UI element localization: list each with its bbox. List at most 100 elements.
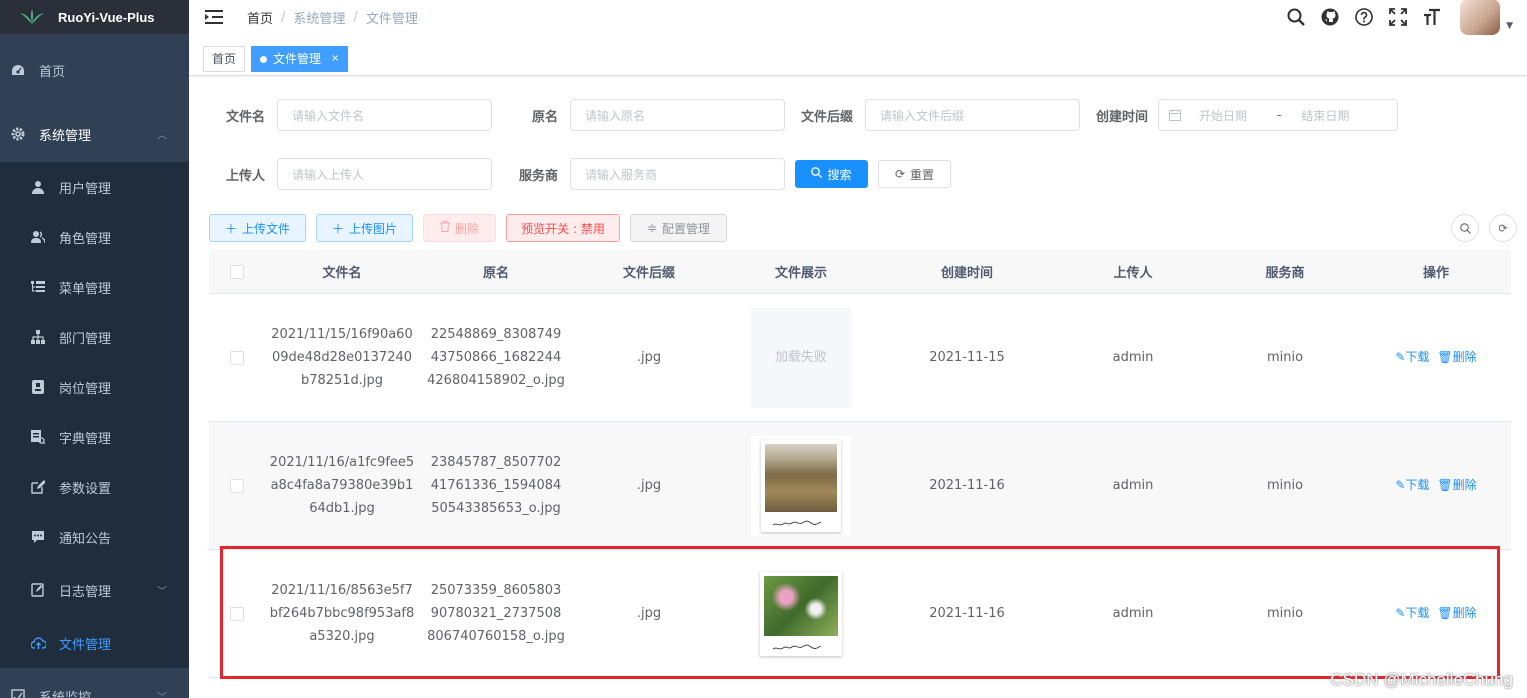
operations-cell: ✎下载 🗑删除 [1361, 346, 1511, 369]
font-size-icon[interactable] [1422, 7, 1442, 27]
sidebar-item-label: 菜单管理 [59, 281, 112, 297]
fullscreen-icon[interactable] [1388, 7, 1408, 27]
image-load-failed[interactable]: 加载失败 [751, 307, 851, 408]
row-select-cell [209, 478, 265, 493]
sidebar-item-label: 字典管理 [59, 431, 112, 447]
row-checkbox[interactable] [230, 606, 244, 621]
sidebar-item-logs[interactable]: 日志管理 ﹀ [0, 562, 189, 618]
refresh-button[interactable]: ⟳ [1489, 214, 1517, 242]
select-all-checkbox[interactable] [230, 264, 244, 279]
download-label: 下载 [1405, 478, 1430, 492]
uploader-input[interactable]: 请输入上传人 [277, 158, 492, 190]
landscape-photo [765, 443, 837, 512]
logo[interactable]: RuoYi-Vue-Plus [0, 0, 189, 34]
delete-label: 删除 [1452, 478, 1477, 492]
reset-button[interactable]: ⟳ 重置 [878, 160, 951, 188]
operations-cell: ✎下载 🗑删除 [1361, 602, 1511, 625]
toggle-search-button[interactable] [1451, 214, 1479, 242]
date-range-picker[interactable]: 开始日期 - 结束日期 [1158, 99, 1398, 131]
origname-input[interactable]: 请输入原名 [570, 99, 785, 131]
suffix-input[interactable]: 请输入文件后缀 [865, 99, 1080, 131]
breadcrumb-item[interactable]: 首页 [247, 8, 273, 27]
table-row: 2021/11/16/8563e5f7 bf264b7bbc98f953af8 … [209, 550, 1511, 678]
user-icon [30, 179, 46, 195]
service-input[interactable]: 请输入服务商 [570, 158, 785, 190]
row-checkbox[interactable] [230, 350, 244, 365]
file-table: 文件名 原名 文件后缀 文件展示 创建时间 上传人 服务商 操作 2021/11… [209, 250, 1511, 678]
help-icon[interactable] [1354, 7, 1374, 27]
select-all-cell [209, 264, 265, 279]
config-button[interactable]: ≑ 配置管理 [630, 214, 727, 242]
upload-file-button[interactable]: ＋ 上传文件 [209, 214, 306, 242]
search-icon[interactable] [1286, 7, 1306, 27]
sidebar-item-home[interactable]: 首页 [0, 34, 189, 106]
cell-line: a5320.jpg [309, 629, 375, 644]
download-link[interactable]: ✎下载 [1395, 478, 1429, 492]
date-start: 开始日期 [1199, 108, 1248, 123]
github-icon[interactable] [1320, 7, 1340, 27]
refresh-icon: ⟳ [1498, 221, 1508, 235]
upload-image-label: 上传图片 [349, 221, 398, 236]
search-button[interactable]: 搜索 [795, 160, 868, 188]
tag-home[interactable]: 首页 [203, 46, 246, 72]
app-root: RuoYi-Vue-Plus 首页 系统管理 ︿ 用户管理 角色管理 菜单管理 … [0, 0, 1527, 698]
delete-label: 删除 [1452, 606, 1477, 620]
delete-link[interactable]: 🗑删除 [1437, 350, 1476, 364]
sidebar-item-configs[interactable]: 参数设置 [0, 462, 189, 512]
search-icon [811, 167, 823, 181]
sidebar-item-system[interactable]: 系统管理 ︿ [0, 106, 189, 162]
tags-view: 首页 文件管理 × [189, 43, 1527, 76]
cell-line: bf264b7bbc98f953af8 [269, 606, 415, 621]
date-separator: - [1277, 108, 1282, 122]
filename-label: 文件名 [225, 109, 265, 125]
sidebar-item-label: 部门管理 [59, 331, 112, 347]
sidebar-item-monitor[interactable]: 系统监控 ﹀ [0, 668, 189, 698]
created-cell: 2021-11-16 [929, 606, 1005, 621]
download-link[interactable]: ✎下载 [1395, 350, 1429, 364]
row-select-cell [209, 350, 265, 365]
sidebar-item-roles[interactable]: 角色管理 [0, 212, 189, 262]
sidebar-item-files[interactable]: 文件管理 [0, 618, 189, 668]
tag-file-management[interactable]: 文件管理 × [251, 46, 349, 72]
col-header: 文件名 [322, 266, 362, 281]
delete-button[interactable]: 删除 [423, 214, 496, 242]
avatar[interactable] [1460, 0, 1501, 35]
image-thumbnail[interactable] [751, 563, 851, 664]
reset-button-label: 重置 [910, 167, 935, 182]
trash-icon: 🗑 [1437, 606, 1453, 620]
trash-icon [439, 221, 450, 235]
preview-toggle-button[interactable]: 预览开关 : 禁用 [506, 214, 620, 242]
created-cell: 2021-11-15 [929, 350, 1005, 365]
filename-input[interactable]: 请输入文件名 [277, 99, 492, 131]
service-cell: minio [1266, 606, 1304, 621]
origname-cell: 25073359_8605803 90780321_2737508 806740… [419, 579, 573, 648]
sidebar-item-users[interactable]: 用户管理 [0, 162, 189, 212]
sidebar-item-label: 系统管理 [39, 128, 92, 144]
trash-icon: 🗑 [1437, 478, 1453, 492]
col-header: 原名 [482, 266, 509, 281]
refresh-icon: ⟳ [894, 167, 906, 181]
sidebar-item-posts[interactable]: 岗位管理 [0, 362, 189, 412]
handwritten-signature-icon [772, 520, 822, 525]
filename-cell: 2021/11/15/16f90a60 09de48d28e0137240 b7… [265, 323, 419, 392]
caret-down-icon[interactable]: ▼ [1506, 21, 1513, 31]
delete-link[interactable]: 🗑删除 [1437, 606, 1476, 620]
sidebar-item-dicts[interactable]: 字典管理 [0, 412, 189, 462]
image-thumbnail[interactable] [751, 435, 851, 536]
delete-label: 删除 [1452, 350, 1477, 364]
preview-cell: 加载失败 [725, 307, 877, 408]
post-icon [30, 379, 46, 395]
sidebar-item-menus[interactable]: 菜单管理 [0, 262, 189, 312]
download-link[interactable]: ✎下载 [1395, 606, 1429, 620]
search-icon [1459, 222, 1471, 234]
hamburger-icon[interactable] [205, 9, 223, 25]
upload-image-button[interactable]: ＋ 上传图片 [316, 214, 413, 242]
preview-cell [725, 563, 877, 664]
row-checkbox[interactable] [230, 478, 244, 493]
trash-icon: 🗑 [1437, 350, 1453, 364]
sidebar-item-depts[interactable]: 部门管理 [0, 312, 189, 362]
edit-icon: ✎ [1395, 606, 1406, 620]
close-icon[interactable]: × [331, 47, 339, 71]
sidebar-item-notices[interactable]: 通知公告 [0, 512, 189, 562]
delete-link[interactable]: 🗑删除 [1437, 478, 1476, 492]
